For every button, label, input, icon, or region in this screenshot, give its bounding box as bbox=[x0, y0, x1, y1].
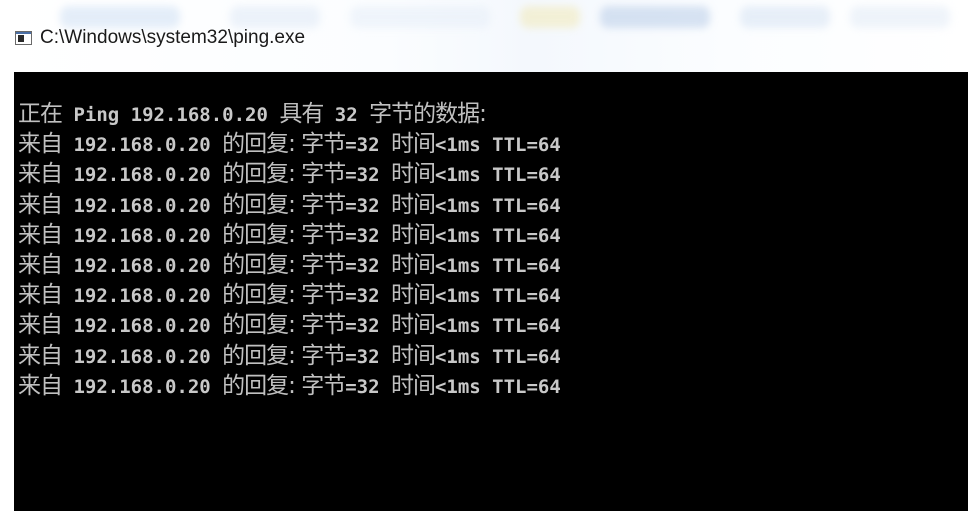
reply-word: 的回复: 字节 bbox=[222, 342, 346, 369]
reply-time-ttl: <1ms TTL=64 bbox=[434, 224, 561, 247]
window-title: C:\Windows\system32\ping.exe bbox=[40, 27, 306, 48]
ping-reply-line: 来自 192.168.0.20 的回复: 字节=32 时间<1ms TTL=64 bbox=[18, 129, 561, 159]
reply-time-ttl: <1ms TTL=64 bbox=[434, 345, 561, 368]
blurred-taskbar-region bbox=[350, 6, 490, 28]
reply-word: 来自 bbox=[18, 251, 63, 278]
reply-word: 的回复: 字节 bbox=[222, 251, 346, 278]
reply-word: 来自 bbox=[18, 312, 63, 339]
reply-word: 来自 bbox=[18, 221, 63, 248]
reply-word: 的回复: 字节 bbox=[222, 312, 346, 339]
reply-time-ttl: <1ms TTL=64 bbox=[434, 134, 561, 157]
reply-bytes: =32 bbox=[345, 254, 391, 277]
reply-bytes: =32 bbox=[345, 164, 391, 187]
console-window: C:\Windows\system32\ping.exe 正在 Ping 192… bbox=[0, 0, 968, 511]
reply-ip: 192.168.0.20 bbox=[62, 134, 223, 157]
reply-ip: 192.168.0.20 bbox=[62, 254, 223, 277]
reply-ip: 192.168.0.20 bbox=[62, 345, 223, 368]
reply-time-ttl: <1ms TTL=64 bbox=[434, 285, 561, 308]
reply-ip: 192.168.0.20 bbox=[62, 164, 223, 187]
header-word: 字节的数据: bbox=[369, 101, 487, 127]
reply-word: 的回复: 字节 bbox=[222, 282, 346, 309]
reply-time-ttl: <1ms TTL=64 bbox=[434, 254, 561, 277]
ping-header-line: 正在 Ping 192.168.0.20 具有 32 字节的数据: bbox=[18, 99, 561, 129]
reply-word: 时间 bbox=[390, 161, 436, 188]
reply-word: 时间 bbox=[390, 221, 436, 248]
reply-time-ttl: <1ms TTL=64 bbox=[434, 164, 561, 187]
reply-bytes: =32 bbox=[345, 375, 391, 398]
blurred-taskbar-region bbox=[850, 6, 950, 28]
header-word: 具有 bbox=[279, 101, 324, 127]
ping-reply-line: 来自 192.168.0.20 的回复: 字节=32 时间<1ms TTL=64 bbox=[18, 341, 561, 371]
reply-word: 的回复: 字节 bbox=[222, 372, 346, 399]
header-target: Ping 192.168.0.20 bbox=[62, 104, 280, 126]
reply-time-ttl: <1ms TTL=64 bbox=[434, 375, 561, 398]
reply-word: 时间 bbox=[390, 342, 436, 369]
reply-time-ttl: <1ms TTL=64 bbox=[434, 194, 561, 217]
reply-bytes: =32 bbox=[345, 134, 391, 157]
reply-ip: 192.168.0.20 bbox=[62, 315, 223, 338]
console-output-area[interactable]: 正在 Ping 192.168.0.20 具有 32 字节的数据: 来自 192… bbox=[14, 72, 968, 511]
ping-reply-line: 来自 192.168.0.20 的回复: 字节=32 时间<1ms TTL=64 bbox=[18, 371, 561, 401]
ping-reply-line: 来自 192.168.0.20 的回复: 字节=32 时间<1ms TTL=64 bbox=[18, 220, 561, 250]
header-size: 32 bbox=[323, 104, 370, 126]
reply-word: 来自 bbox=[18, 131, 63, 158]
blurred-taskbar-region bbox=[740, 6, 830, 28]
ping-reply-line: 来自 192.168.0.20 的回复: 字节=32 时间<1ms TTL=64 bbox=[18, 280, 561, 310]
reply-time-ttl: <1ms TTL=64 bbox=[434, 315, 561, 338]
title-bar[interactable]: C:\Windows\system32\ping.exe bbox=[0, 0, 968, 72]
reply-word: 时间 bbox=[390, 372, 436, 399]
reply-bytes: =32 bbox=[345, 224, 391, 247]
reply-word: 时间 bbox=[390, 251, 436, 278]
reply-word: 来自 bbox=[18, 372, 63, 399]
reply-word: 来自 bbox=[18, 342, 63, 369]
reply-ip: 192.168.0.20 bbox=[62, 224, 223, 247]
reply-word: 来自 bbox=[18, 191, 63, 218]
reply-word: 时间 bbox=[390, 312, 436, 339]
blurred-taskbar-region bbox=[60, 6, 180, 28]
icon-screen-block bbox=[18, 35, 24, 42]
reply-ip: 192.168.0.20 bbox=[62, 285, 223, 308]
reply-word: 来自 bbox=[18, 282, 63, 309]
ping-reply-line: 来自 192.168.0.20 的回复: 字节=32 时间<1ms TTL=64 bbox=[18, 159, 561, 189]
ping-reply-line: 来自 192.168.0.20 的回复: 字节=32 时间<1ms TTL=64 bbox=[18, 190, 561, 220]
blurred-taskbar-region bbox=[520, 6, 580, 28]
reply-word: 时间 bbox=[390, 131, 436, 158]
reply-bytes: =32 bbox=[345, 315, 391, 338]
reply-bytes: =32 bbox=[345, 194, 391, 217]
reply-word: 的回复: 字节 bbox=[222, 191, 346, 218]
reply-word: 的回复: 字节 bbox=[222, 161, 346, 188]
ping-reply-line: 来自 192.168.0.20 的回复: 字节=32 时间<1ms TTL=64 bbox=[18, 310, 561, 340]
reply-word: 来自 bbox=[18, 161, 63, 188]
console-output: 正在 Ping 192.168.0.20 具有 32 字节的数据: 来自 192… bbox=[18, 99, 561, 401]
ping-reply-line: 来自 192.168.0.20 的回复: 字节=32 时间<1ms TTL=64 bbox=[18, 250, 561, 280]
reply-word: 时间 bbox=[390, 282, 436, 309]
reply-bytes: =32 bbox=[345, 345, 391, 368]
reply-word: 的回复: 字节 bbox=[222, 131, 346, 158]
reply-bytes: =32 bbox=[345, 285, 391, 308]
reply-word: 时间 bbox=[390, 191, 436, 218]
blurred-taskbar-region bbox=[230, 6, 320, 28]
reply-ip: 192.168.0.20 bbox=[62, 375, 223, 398]
reply-ip: 192.168.0.20 bbox=[62, 194, 223, 217]
blurred-taskbar-region bbox=[600, 6, 710, 28]
header-word: 正在 bbox=[18, 101, 63, 127]
reply-word: 的回复: 字节 bbox=[222, 221, 346, 248]
icon-titlebar-stripe bbox=[16, 32, 31, 34]
console-window-icon[interactable] bbox=[15, 31, 32, 45]
